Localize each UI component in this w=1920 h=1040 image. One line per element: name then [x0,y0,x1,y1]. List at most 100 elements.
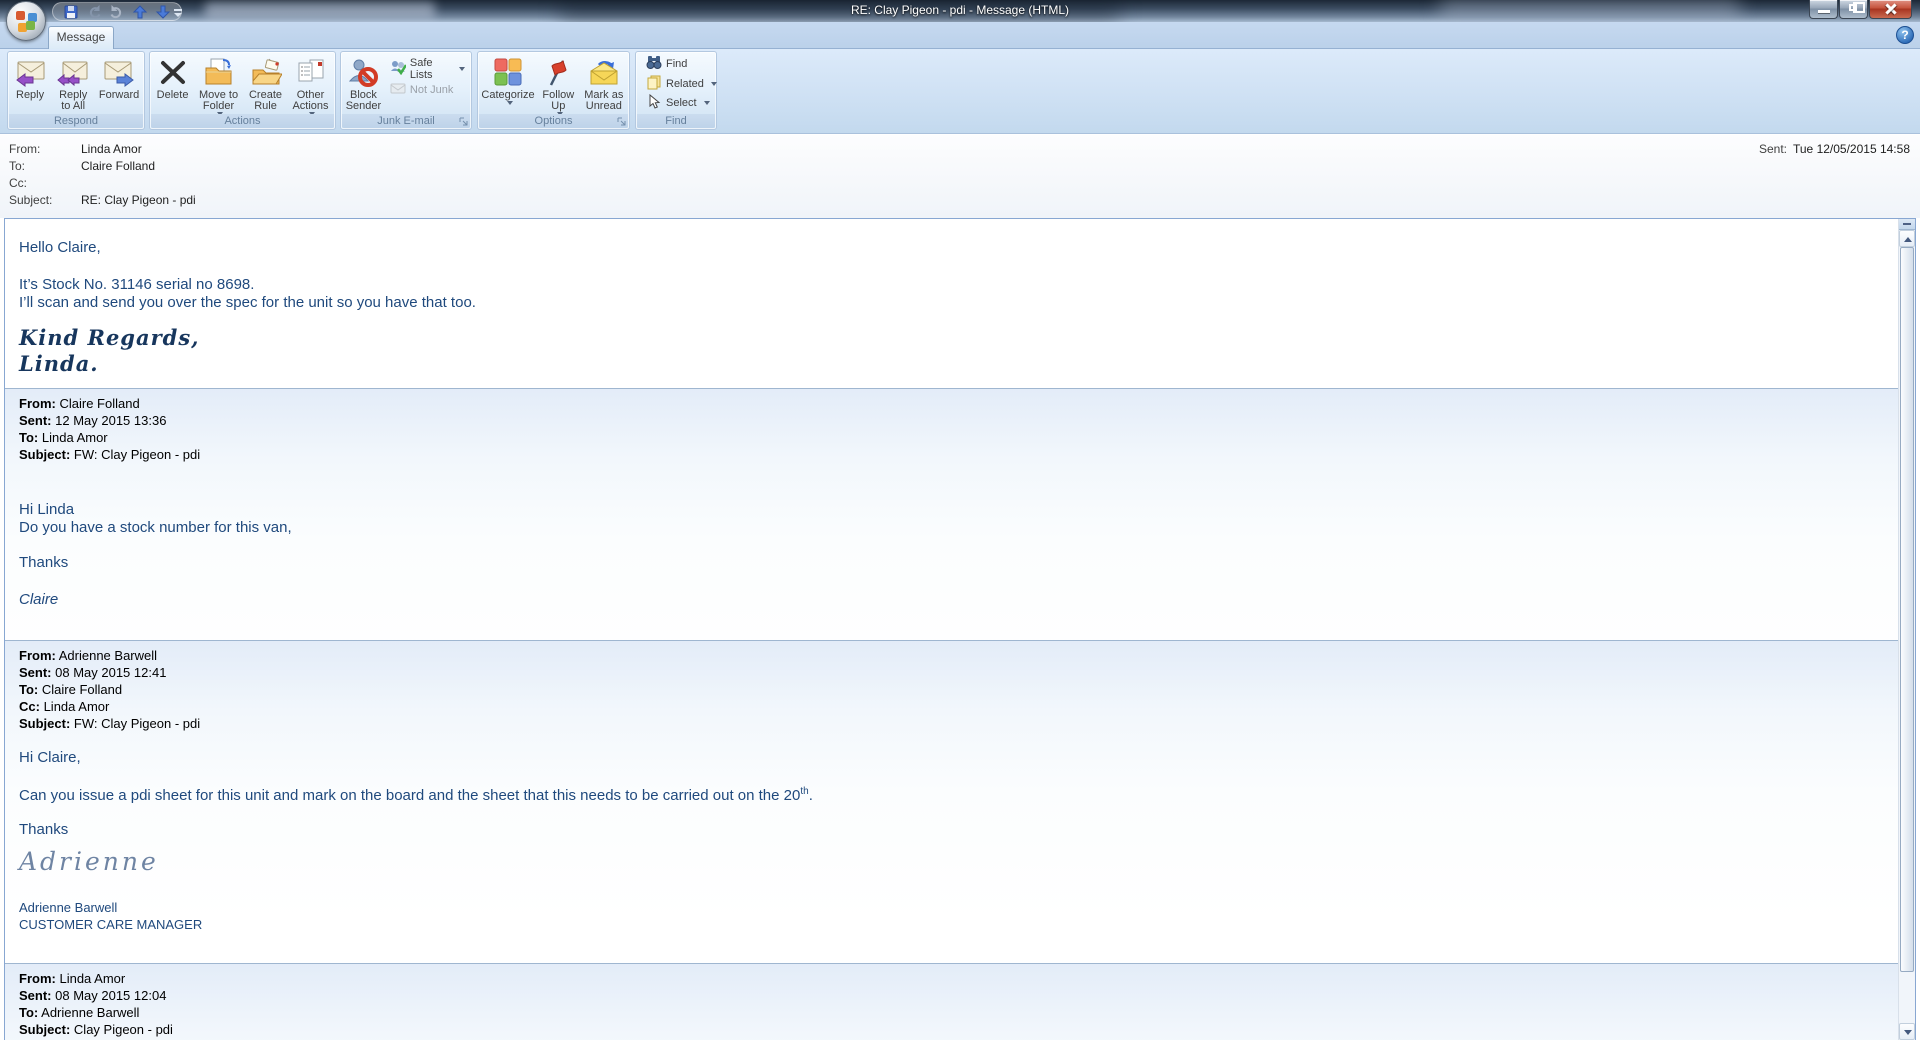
quote-to-row: To: Claire Folland [19,682,123,697]
close-icon [1870,0,1911,18]
forward-button[interactable]: Forward [96,54,142,116]
caption-buttons [1808,0,1912,19]
not-junk-button[interactable]: Not Junk [386,79,469,100]
vertical-scrollbar[interactable] [1898,219,1915,1040]
reply-button[interactable]: Reply [10,54,50,116]
categorize-icon [492,56,524,88]
reply-all-icon [57,56,89,88]
find-button[interactable]: Find [642,54,691,74]
scrollbar-thumb[interactable] [1900,247,1914,972]
forward-icon [103,56,135,88]
sent-label: Sent: [1758,142,1787,156]
group-caption-actions: Actions [151,114,334,128]
select-button[interactable]: Select [642,93,714,113]
header-cc-row: Cc: [9,176,81,190]
redo-icon[interactable] [109,4,125,20]
group-caption-respond: Respond [9,114,143,128]
message-header: From: Linda Amor To: Claire Folland Cc: Su… [0,135,1920,218]
delete-icon [157,56,189,88]
create-rule-button[interactable]: Create Rule [244,54,287,116]
follow-up-button[interactable]: Follow Up [537,54,580,116]
qat-customize-icon[interactable] [172,6,184,24]
to-value[interactable]: Claire Folland [81,159,155,173]
minimize-button[interactable] [1809,0,1838,19]
related-icon [646,74,662,93]
quote-paragraph: Do you have a stock number for this van, [19,519,292,536]
move-to-folder-icon [203,56,235,88]
save-icon[interactable] [63,4,79,20]
block-sender-button[interactable]: Block Sender [343,54,384,116]
junk-dialog-launcher-icon[interactable] [457,115,470,128]
message-body: Hello Claire, It’s Stock No. 31146 seria… [4,218,1916,1040]
quote-paragraph: Thanks [19,821,69,838]
quote-to-row: To: Adrienne Barwell [19,1005,140,1020]
mark-as-unread-button[interactable]: Mark as Unread [581,54,627,116]
header-from-row: From: Linda Amor [9,142,142,156]
superscript: th [800,786,809,797]
help-button[interactable]: ? [1896,26,1914,44]
other-actions-button[interactable]: Other Actions [288,54,333,116]
forward-label: Forward [98,89,140,101]
block-sender-label: Block Sender [345,89,382,112]
options-dialog-launcher-icon[interactable] [615,115,628,128]
office-button[interactable] [6,1,46,41]
group-find: Find Related Select Find [635,51,717,130]
safe-lists-label: Safe Lists [409,56,433,81]
delete-button[interactable]: Delete [152,54,193,116]
not-junk-label: Not Junk [409,83,454,96]
next-item-icon[interactable] [155,4,171,20]
signature-name: Adrienne Barwell [19,900,118,915]
close-button[interactable] [1869,0,1912,19]
scroll-down-button[interactable] [1899,1023,1915,1040]
quote-sent-row: Sent: 08 May 2015 12:41 [19,665,167,680]
reply-label: Reply [16,89,45,101]
find-icon [646,54,662,73]
quote-paragraph: Hi Linda [19,501,75,518]
other-actions-icon [295,56,327,88]
tab-message[interactable]: Message [48,26,114,49]
chevron-down-icon [710,81,717,86]
subject-value: RE: Clay Pigeon - pdi [81,193,196,207]
restore-button[interactable] [1839,0,1868,19]
signoff-script: Kind Regards, [19,325,200,350]
block-sender-icon [347,56,379,88]
reply-icon [14,56,46,88]
minimize-icon [1818,10,1830,13]
signature-role: CUSTOMER CARE MANAGER [19,917,203,932]
scroll-up-button[interactable] [1899,230,1915,247]
categorize-label: Categorize [481,89,535,101]
related-button[interactable]: Related [642,74,721,94]
move-to-folder-button[interactable]: Move to Folder [194,54,243,116]
signature-script: Linda. [19,351,99,376]
quote-from-row: From: Linda Amor [19,971,126,986]
quoted-message-1: From: Claire Folland Sent: 12 May 2015 1… [5,388,1898,640]
create-rule-icon [250,56,283,88]
mark-as-unread-label: Mark as Unread [584,89,624,112]
create-rule-label: Create Rule [248,89,283,112]
greeting: Hello Claire, [19,239,101,256]
scrollbar-split-handle[interactable] [1899,219,1915,230]
scroll-down-icon [1904,1030,1912,1035]
quote-sent-row: Sent: 08 May 2015 12:04 [19,988,167,1003]
sent-value: Tue 12/05/2015 14:58 [1793,142,1910,156]
undo-icon[interactable] [86,4,102,20]
message-content: Hello Claire, It’s Stock No. 31146 seria… [5,219,1898,1040]
previous-item-icon[interactable] [132,4,148,20]
from-value[interactable]: Linda Amor [81,142,142,156]
group-caption-options: Options [479,114,628,128]
follow-up-icon [542,56,574,88]
group-caption-find: Find [637,114,715,128]
to-label: To: [9,159,26,173]
from-label: From: [9,142,41,156]
header-subject-row: Subject: RE: Clay Pigeon - pdi [9,193,196,207]
reply-to-all-label: Reply to All [59,89,88,112]
safe-lists-button[interactable]: Safe Lists [386,56,469,81]
reply-to-all-button[interactable]: Reply to All [52,54,94,116]
not-junk-icon [390,80,406,99]
header-to-row: To: Claire Folland [9,159,155,173]
window-title: RE: Clay Pigeon - pdi - Message (HTML) [850,3,1070,17]
group-caption-junk: Junk E-mail [342,114,470,128]
restore-icon [1849,2,1865,13]
quote-subject-row: Subject: Clay Pigeon - pdi [19,1022,173,1037]
categorize-button[interactable]: Categorize [480,54,536,116]
